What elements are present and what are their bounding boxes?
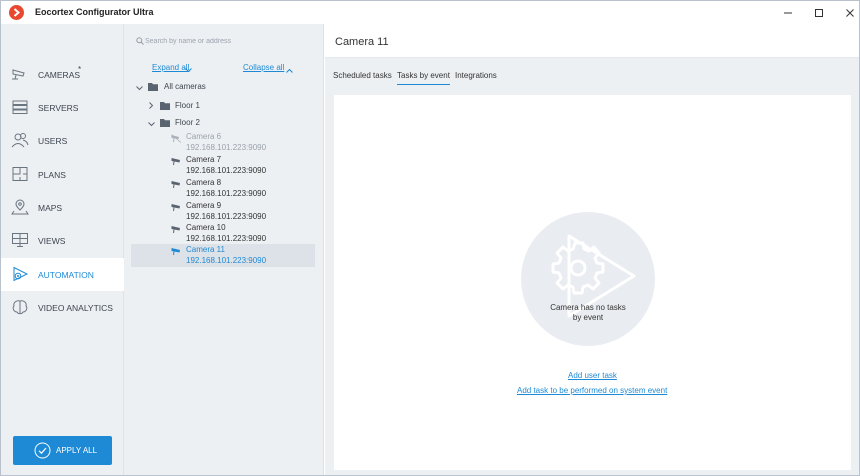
- camera-icon: [171, 180, 183, 189]
- camera-icon: [171, 225, 183, 234]
- nav-label: CAMERAS: [38, 70, 81, 80]
- tab-integrations[interactable]: Integrations: [455, 71, 497, 85]
- title-bar: Eocortex Configurator Ultra: [1, 1, 859, 24]
- nav-item-automation[interactable]: AUTOMATION: [1, 258, 124, 291]
- camera-name: Camera 8: [186, 178, 222, 187]
- chevron-down-icon[interactable]: [148, 120, 155, 129]
- camera-list-item[interactable]: Camera 10 192.168.101.223:9090: [131, 222, 315, 245]
- empty-state-message: Camera has no tasks by event: [550, 303, 626, 322]
- nav-item-video-analytics[interactable]: VIDEO ANALYTICS: [1, 291, 124, 324]
- search-icon: [136, 37, 144, 47]
- chevron-down-icon[interactable]: [185, 66, 192, 75]
- main-header: Camera 11: [325, 24, 859, 58]
- expand-all-link[interactable]: Expand all: [152, 63, 189, 72]
- camera-name: Camera 6: [186, 132, 222, 141]
- nav-item-users[interactable]: USERS: [1, 124, 124, 157]
- camera-icon: [171, 203, 183, 212]
- tree-node-all-cameras[interactable]: All cameras: [131, 81, 315, 93]
- apply-all-label: APPLY ALL: [56, 446, 98, 455]
- automation-icon: [11, 266, 29, 282]
- tree-node-floor-1[interactable]: Floor 1: [131, 100, 315, 112]
- maximize-button[interactable]: [804, 1, 834, 24]
- unsaved-badge: *: [78, 65, 82, 74]
- nav-label: VIDEO ANALYTICS: [38, 303, 113, 313]
- apply-all-button[interactable]: APPLY ALL: [13, 436, 112, 465]
- camera-tree-panel: Expand all Collapse all All cameras: [124, 24, 324, 475]
- nav-item-cameras[interactable]: CAMERAS *: [1, 58, 124, 91]
- camera-name: Camera 9: [186, 201, 222, 210]
- collapse-all-link[interactable]: Collapse all: [243, 63, 284, 72]
- app-window: Eocortex Configurator Ultra CAMERAS * SE…: [0, 0, 860, 476]
- nav-item-maps[interactable]: MAPS: [1, 191, 124, 224]
- nav-label: MAPS: [38, 203, 63, 213]
- camera-list-item[interactable]: Camera 8 192.168.101.223:9090: [131, 177, 315, 200]
- camera-list-item[interactable]: Camera 7 192.168.101.223:9090: [131, 154, 315, 177]
- add-user-task-link[interactable]: Add user task: [568, 371, 617, 380]
- tasks-content: Camera has no tasks by event Add user ta…: [334, 95, 851, 470]
- nav-item-plans[interactable]: PLANS: [1, 158, 124, 191]
- camera-list-item-selected[interactable]: Camera 11 192.168.101.223:9090: [131, 244, 315, 267]
- nav-label: SERVERS: [38, 103, 79, 113]
- minimize-button[interactable]: [773, 1, 803, 24]
- floor-plan-icon: [11, 166, 29, 182]
- nav-label: USERS: [38, 136, 68, 146]
- add-system-event-task-link[interactable]: Add task to be performed on system event: [517, 386, 667, 395]
- folder-icon: [160, 119, 170, 127]
- camera-list-item[interactable]: Camera 6 192.168.101.223:9090: [131, 131, 315, 154]
- map-pin-icon: [11, 199, 29, 215]
- camera-address: 192.168.101.223:9090: [186, 143, 267, 152]
- nav-label: AUTOMATION: [38, 270, 94, 280]
- app-logo-icon: [9, 5, 24, 20]
- camera-icon: [11, 66, 29, 82]
- folder-icon: [160, 102, 170, 110]
- camera-address: 192.168.101.223:9090: [186, 234, 267, 243]
- views-icon: [11, 232, 29, 248]
- camera-name: Camera 10: [186, 223, 226, 232]
- users-icon: [11, 132, 29, 148]
- camera-address: 192.168.101.223:9090: [186, 212, 267, 221]
- camera-list-item[interactable]: Camera 9 192.168.101.223:9090: [131, 200, 315, 223]
- nav-item-servers[interactable]: SERVERS: [1, 91, 124, 124]
- empty-state-illustration: Camera has no tasks by event: [521, 212, 655, 346]
- chevron-down-icon[interactable]: [136, 84, 143, 93]
- folder-icon: [148, 83, 158, 91]
- nav-item-views[interactable]: VIEWS: [1, 224, 124, 257]
- camera-address: 192.168.101.223:9090: [186, 256, 267, 265]
- chevron-right-icon[interactable]: [149, 102, 154, 111]
- nav-label: VIEWS: [38, 236, 66, 246]
- main-nav: CAMERAS * SERVERS USERS PLANS MAPS VIEWS…: [1, 24, 124, 475]
- camera-search-input[interactable]: [145, 34, 315, 48]
- camera-name: Camera 11: [186, 245, 225, 254]
- automation-gear-icon: [551, 234, 636, 318]
- chevron-up-icon[interactable]: [286, 66, 293, 75]
- check-circle-icon: [34, 442, 51, 459]
- camera-address: 192.168.101.223:9090: [186, 166, 267, 175]
- tree-node-label: All cameras: [164, 82, 206, 91]
- page-title: Camera 11: [335, 36, 389, 48]
- tree-node-label: Floor 2: [175, 118, 200, 127]
- tab-scheduled-tasks[interactable]: Scheduled tasks: [333, 71, 392, 85]
- camera-disabled-icon: [171, 134, 183, 143]
- nav-label: PLANS: [38, 170, 66, 180]
- brain-icon: [11, 299, 29, 315]
- tab-tasks-by-event[interactable]: Tasks by event: [397, 71, 450, 85]
- server-icon: [11, 99, 29, 115]
- app-title: Eocortex Configurator Ultra: [35, 7, 154, 17]
- main-panel: Camera 11 Scheduled tasks Tasks by event…: [325, 24, 859, 475]
- tree-node-label: Floor 1: [175, 101, 200, 110]
- camera-name: Camera 7: [186, 155, 222, 164]
- camera-icon: [171, 157, 183, 166]
- camera-address: 192.168.101.223:9090: [186, 189, 267, 198]
- camera-icon: [171, 247, 183, 256]
- close-button[interactable]: [835, 1, 860, 24]
- tree-node-floor-2[interactable]: Floor 2: [131, 117, 315, 129]
